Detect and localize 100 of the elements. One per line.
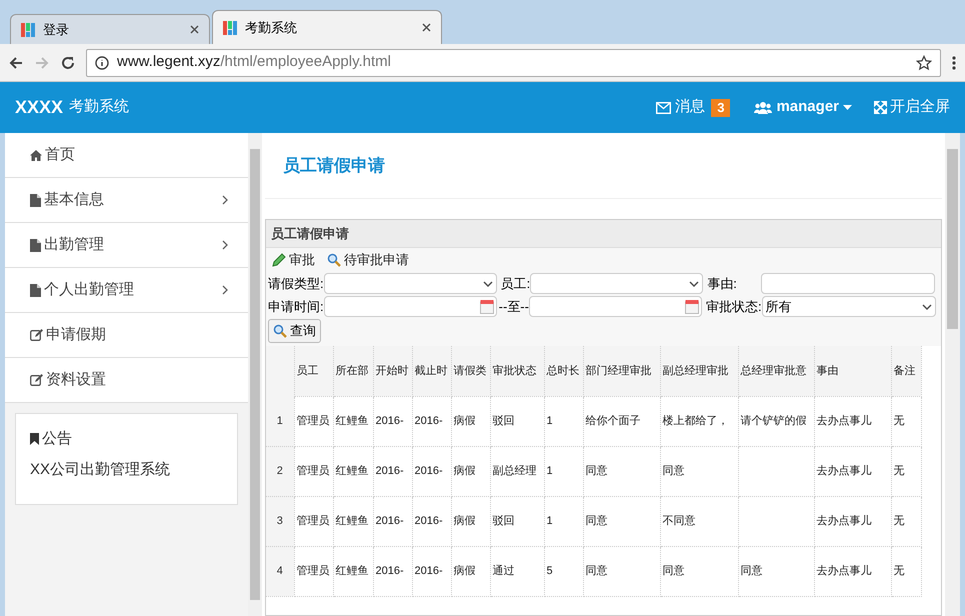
chevron-icon (482, 280, 493, 286)
chevron-icon (689, 280, 700, 286)
file-icon (30, 194, 41, 206)
row-number: 2 (266, 446, 294, 496)
table-cell: 5 (546, 564, 553, 577)
table-cell: 给你个面子 (586, 414, 640, 427)
column-header[interactable]: 总时长 (544, 346, 583, 396)
app-name: 考勤系统 (69, 97, 130, 118)
table-cell: 无 (894, 464, 904, 477)
table-cell: 病假 (454, 414, 476, 427)
table-cell: 红鲤鱼 (336, 414, 368, 427)
calendar-icon (480, 299, 494, 314)
row-number: 1 (266, 396, 294, 446)
close-icon[interactable] (422, 23, 431, 32)
table-cell: 红鲤鱼 (336, 514, 368, 527)
column-header[interactable]: 开始时 (373, 346, 412, 396)
page-title: 员工请假申请 (283, 154, 385, 177)
row-number: 4 (266, 546, 294, 596)
table-cell: 去办点事儿 (816, 514, 872, 527)
table-cell: 管理员 (296, 564, 330, 577)
file-icon (30, 238, 41, 252)
table-cell: 2016- (376, 464, 404, 477)
column-header[interactable]: 截止时 (412, 346, 451, 396)
pencil-icon (272, 253, 286, 267)
table-cell: 同意 (586, 464, 608, 477)
edit-icon (30, 329, 43, 341)
table-cell: 红鲤鱼 (336, 564, 368, 577)
back-icon[interactable] (8, 54, 24, 70)
chevron-icon (922, 304, 932, 310)
table-cell: 同意 (586, 514, 608, 527)
table-cell: 同意 (662, 464, 684, 477)
field-label: 员工: (500, 274, 530, 293)
table-cell: 去办点事儿 (816, 564, 872, 577)
table-cell: 同意 (662, 564, 684, 577)
table-cell: 病假 (454, 514, 476, 527)
table-cell: 2016- (376, 514, 404, 527)
table-cell: 病假 (454, 464, 476, 477)
file-icon (30, 284, 41, 296)
row-number: 3 (266, 496, 294, 546)
table-cell: 请个铲铲的假 (740, 414, 806, 427)
star-icon[interactable] (916, 54, 932, 70)
field-label: 申请时间: (268, 298, 324, 316)
column-header[interactable]: 所在部 (333, 346, 373, 396)
table-cell: 无 (894, 564, 904, 577)
toolbar-button[interactable]: 审批 (272, 250, 315, 270)
table-cell: 2016- (414, 514, 443, 527)
envelope-icon (656, 102, 672, 114)
table-cell: 管理员 (296, 514, 330, 527)
address-bar[interactable]: www.legent.xyz/html/employeeApply.html (86, 48, 941, 76)
reload-icon[interactable] (60, 54, 76, 70)
panel-title: 员工请假申请 (271, 224, 349, 243)
field-label: --至-- (498, 298, 529, 316)
table-cell: 无 (894, 414, 904, 427)
notice-title: 公告 (42, 429, 72, 449)
table-cell: 驳回 (492, 414, 514, 427)
table-cell: 2016- (376, 564, 404, 577)
brand-text: XXXX (15, 96, 64, 119)
column-header[interactable]: 事由 (814, 346, 891, 396)
column-header[interactable]: 审批状态 (490, 346, 544, 396)
table-cell: 通过 (492, 564, 514, 577)
column-header[interactable]: 部门经理审批 (583, 346, 660, 396)
table-cell: 无 (894, 514, 904, 527)
table-cell: 1 (546, 514, 553, 527)
table-cell: 管理员 (296, 464, 330, 477)
field-label: 请假类型: (268, 274, 324, 293)
expand-icon (874, 101, 887, 114)
table-cell: 同意 (586, 564, 608, 577)
url-text: www.legent.xyz/html/employeeApply.html (117, 52, 392, 72)
table-cell: 1 (546, 414, 553, 427)
message-count-badge: 3 (711, 98, 730, 116)
table-cell: 不同意 (662, 514, 696, 527)
column-header[interactable]: 备注 (891, 346, 921, 396)
column-header[interactable]: 员工 (294, 346, 333, 396)
column-header[interactable]: 请假类 (451, 346, 490, 396)
table-cell: 同意 (740, 564, 762, 577)
browser-tab[interactable]: 登录 (10, 14, 210, 44)
query-button[interactable]: 查询 (268, 319, 321, 343)
column-header[interactable]: 副总经理审批 (660, 346, 738, 396)
users-icon (754, 101, 772, 114)
calendar-icon (684, 299, 699, 314)
start-date-field[interactable] (324, 296, 497, 317)
favicon-icon (21, 22, 35, 36)
table-cell: 驳回 (492, 514, 514, 527)
end-date-field[interactable] (528, 296, 702, 317)
table-cell: 去办点事儿 (816, 464, 872, 477)
table-cell: 副总经理 (492, 464, 536, 477)
toolbar-button[interactable]: 待审批申请 (327, 250, 409, 270)
reason-field[interactable] (761, 273, 936, 294)
home-icon (30, 150, 42, 160)
caret-icon (843, 105, 852, 110)
close-icon[interactable] (190, 25, 199, 34)
table-cell: 去办点事儿 (816, 414, 872, 427)
status-select[interactable]: 所有 (762, 296, 936, 317)
table-cell: 2016- (376, 414, 404, 427)
table-cell: 管理员 (296, 414, 330, 427)
column-header[interactable]: 总经理审批意 (738, 346, 814, 396)
table-cell: 2016- (414, 464, 443, 477)
browser-tab[interactable]: 考勤系统 (212, 10, 442, 44)
bookmark-icon (30, 433, 39, 446)
menu-icon[interactable] (951, 54, 957, 70)
